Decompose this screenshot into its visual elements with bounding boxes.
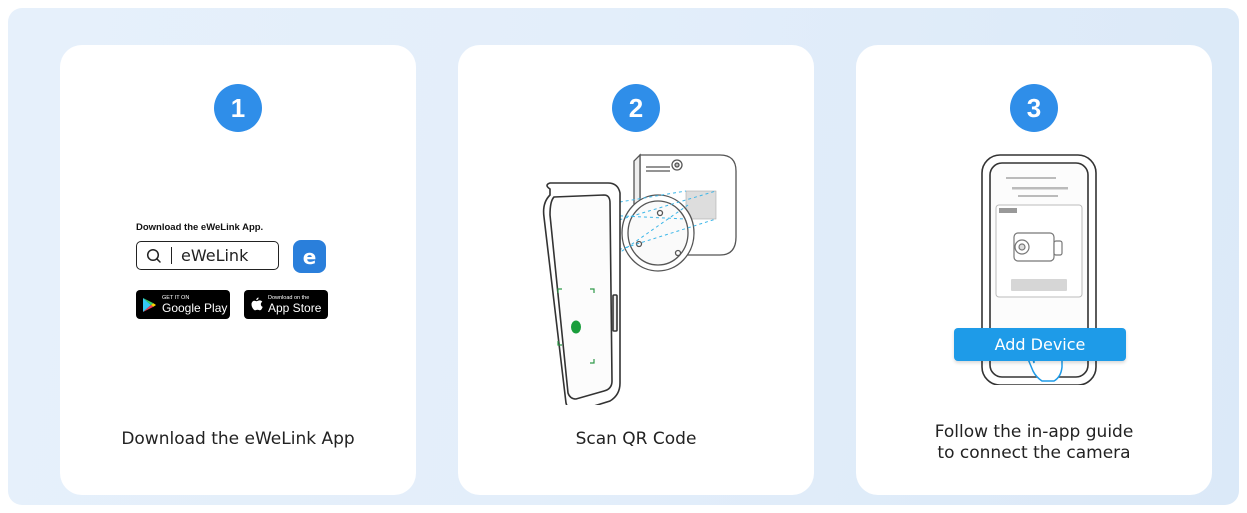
step-card-3: 3 Add Device Follow the in-app guide to …: [856, 45, 1212, 495]
step-card-2: 2 Scan QR Code: [458, 45, 814, 495]
google-play-button[interactable]: GET IT ON Google Play: [136, 290, 230, 319]
google-play-icon: [143, 297, 156, 312]
app-search-box[interactable]: eWeLink: [136, 241, 279, 270]
step-card-1: 1 Download the eWeLink App. eWeLink e GE…: [60, 45, 416, 495]
app-store-big-text: App Store: [268, 300, 322, 315]
step-number-badge: 1: [214, 84, 262, 132]
app-store-button[interactable]: Download on the App Store: [244, 290, 328, 319]
qr-scan-dot: [571, 320, 581, 334]
add-device-button[interactable]: Add Device: [954, 328, 1126, 361]
smartphone: [542, 182, 621, 405]
search-icon: [146, 248, 161, 263]
scan-qr-illustration: [542, 153, 737, 405]
step-number-badge: 2: [612, 84, 660, 132]
google-play-big-text: Google Play: [162, 300, 228, 315]
app-logo-letter: e: [302, 244, 317, 269]
apple-icon: [251, 297, 263, 311]
ewelink-logo-icon[interactable]: e: [293, 240, 326, 273]
camera-mount: [621, 194, 695, 272]
step-caption: Scan QR Code: [575, 429, 697, 449]
download-title: Download the eWeLink App.: [136, 222, 264, 233]
step-caption-line2: to connect the camera: [937, 443, 1131, 463]
step-caption: Download the eWeLink App: [121, 429, 355, 449]
step-caption-line1: Follow the in-app guide: [934, 422, 1134, 442]
search-separator: [171, 247, 172, 264]
step-number-badge: 3: [1010, 84, 1058, 132]
search-text: eWeLink: [181, 246, 249, 265]
